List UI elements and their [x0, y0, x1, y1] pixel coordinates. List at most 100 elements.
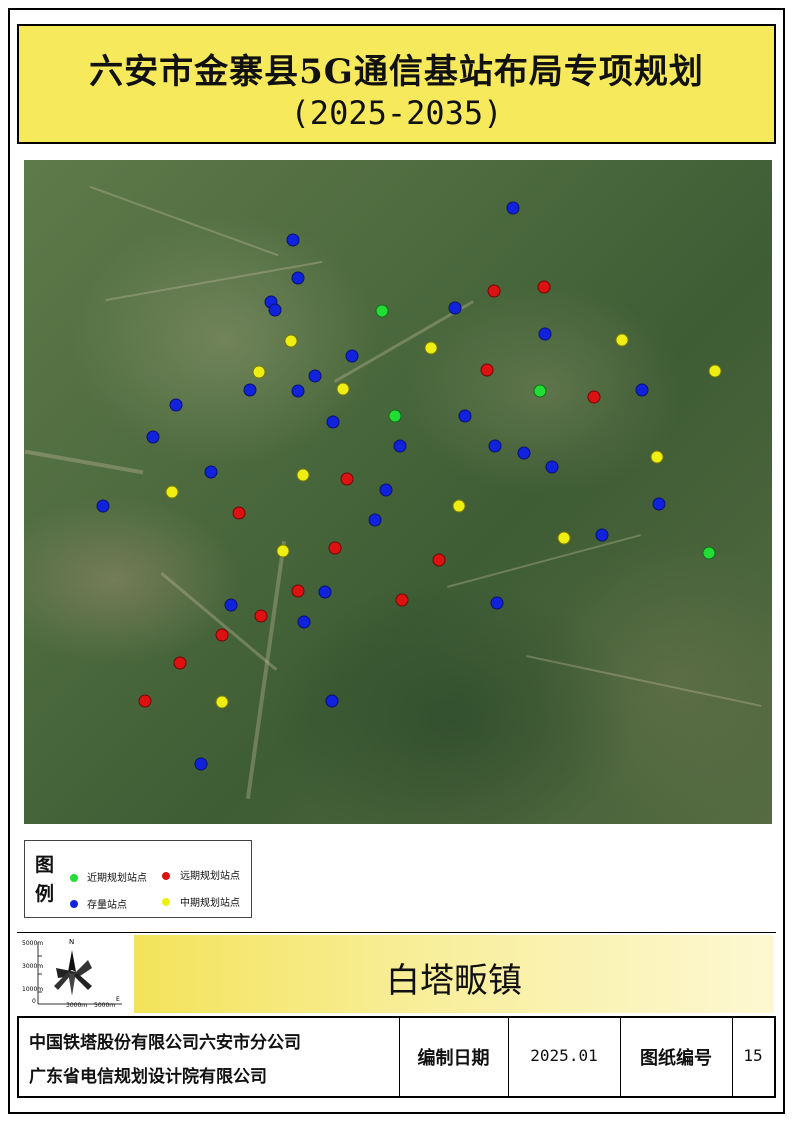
far-site-marker[interactable]	[487, 284, 501, 298]
footer-table: 中国铁塔股份有限公司六安市分公司 广东省电信规划设计院有限公司 编制日期 202…	[17, 1016, 776, 1098]
legend-mid-label: 中期规划站点	[180, 898, 240, 909]
scale-x-3000: 3000m	[66, 1002, 88, 1009]
existing-site-marker[interactable]	[538, 327, 552, 341]
existing-site-marker[interactable]	[379, 483, 393, 497]
satellite-map[interactable]	[24, 160, 772, 824]
existing-site-marker[interactable]	[545, 460, 559, 474]
scale-y-3000: 3000m	[22, 963, 44, 970]
mid-site-marker[interactable]	[615, 333, 629, 347]
existing-site-marker[interactable]	[291, 384, 305, 398]
scale-y-1000: 1000m	[22, 986, 44, 993]
near-site-dot	[70, 874, 78, 882]
existing-site-marker[interactable]	[448, 301, 462, 315]
legend: 图例 近期规划站点 远期规划站点 存量站点 中期规划站点	[24, 840, 252, 918]
existing-site-marker[interactable]	[243, 383, 257, 397]
existing-site-marker[interactable]	[326, 415, 340, 429]
near-site-marker[interactable]	[375, 304, 389, 318]
existing-site-marker[interactable]	[635, 383, 649, 397]
existing-site-marker[interactable]	[291, 271, 305, 285]
existing-site-marker[interactable]	[194, 757, 208, 771]
existing-site-marker[interactable]	[595, 528, 609, 542]
mid-site-marker[interactable]	[708, 364, 722, 378]
town-banner: 白塔畈镇	[134, 935, 774, 1013]
near-site-marker[interactable]	[533, 384, 547, 398]
existing-site-marker[interactable]	[224, 598, 238, 612]
existing-site-marker[interactable]	[325, 694, 339, 708]
sheet-value: 15	[743, 1046, 763, 1065]
mid-site-marker[interactable]	[252, 365, 266, 379]
existing-site-marker[interactable]	[268, 303, 282, 317]
scale-x-5000: 5000m	[94, 1002, 116, 1009]
company-cell: 中国铁塔股份有限公司六安市分公司 广东省电信规划设计院有限公司	[19, 1018, 400, 1096]
existing-site-marker[interactable]	[169, 398, 183, 412]
date-label-cell: 编制日期	[399, 1018, 509, 1096]
scale-y-0: 0	[32, 998, 36, 1005]
compass-north-label: N	[69, 938, 75, 946]
scale-y-5000: 5000m	[22, 940, 44, 947]
existing-site-marker[interactable]	[517, 446, 531, 460]
far-site-marker[interactable]	[232, 506, 246, 520]
existing-site-marker[interactable]	[458, 409, 472, 423]
sheet-label-cell: 图纸编号	[620, 1018, 733, 1096]
far-site-marker[interactable]	[215, 628, 229, 642]
existing-site-marker[interactable]	[286, 233, 300, 247]
mid-site-marker[interactable]	[557, 531, 571, 545]
far-site-marker[interactable]	[254, 609, 268, 623]
far-site-dot	[162, 872, 170, 880]
compass-scale: N 5000m 3000m 1000m 0 3000m 5000m E	[22, 938, 126, 1010]
legend-existing-label: 存量站点	[87, 900, 127, 911]
mid-site-marker[interactable]	[650, 450, 664, 464]
far-site-marker[interactable]	[432, 553, 446, 567]
map-title: 六安市金寨县5G通信基站布局专项规划	[89, 52, 704, 92]
existing-site-marker[interactable]	[393, 439, 407, 453]
mid-site-marker[interactable]	[276, 544, 290, 558]
existing-site-marker[interactable]	[318, 585, 332, 599]
near-site-marker[interactable]	[388, 409, 402, 423]
sheet-label: 图纸编号	[640, 1048, 712, 1069]
existing-site-marker[interactable]	[297, 615, 311, 629]
company-secondary: 广东省电信规划设计院有限公司	[29, 1067, 267, 1087]
near-site-marker[interactable]	[702, 546, 716, 560]
existing-site-marker[interactable]	[368, 513, 382, 527]
existing-site-marker[interactable]	[308, 369, 322, 383]
far-site-marker[interactable]	[340, 472, 354, 486]
far-site-marker[interactable]	[173, 656, 187, 670]
sheet-value-cell: 15	[732, 1018, 774, 1096]
date-value-cell: 2025.01	[508, 1018, 621, 1096]
map-years: (2025-2035)	[290, 94, 503, 132]
title-banner: 六安市金寨县5G通信基站布局专项规划 (2025-2035)	[17, 24, 776, 144]
legend-far-label: 远期规划站点	[180, 871, 240, 882]
mid-site-marker[interactable]	[452, 499, 466, 513]
mid-site-marker[interactable]	[424, 341, 438, 355]
date-value: 2025.01	[530, 1046, 598, 1065]
far-site-marker[interactable]	[328, 541, 342, 555]
far-site-marker[interactable]	[537, 280, 551, 294]
company-primary: 中国铁塔股份有限公司六安市分公司	[29, 1033, 301, 1053]
date-label: 编制日期	[417, 1048, 490, 1069]
town-name: 白塔畈镇	[386, 961, 522, 1001]
existing-site-marker[interactable]	[490, 596, 504, 610]
far-site-marker[interactable]	[138, 694, 152, 708]
existing-site-dot	[70, 900, 78, 908]
existing-site-marker[interactable]	[506, 201, 520, 215]
mid-site-marker[interactable]	[165, 485, 179, 499]
existing-site-marker[interactable]	[146, 430, 160, 444]
mid-site-marker[interactable]	[284, 334, 298, 348]
far-site-marker[interactable]	[587, 390, 601, 404]
legend-near-label: 近期规划站点	[87, 873, 147, 884]
mid-site-dot	[162, 898, 170, 906]
compass-east-label: E	[116, 996, 120, 1003]
mid-site-marker[interactable]	[336, 382, 350, 396]
existing-site-marker[interactable]	[488, 439, 502, 453]
legend-heading: 图例	[35, 854, 55, 905]
mid-site-marker[interactable]	[296, 468, 310, 482]
far-site-marker[interactable]	[480, 363, 494, 377]
existing-site-marker[interactable]	[345, 349, 359, 363]
north-arrow-icon	[37, 942, 122, 1005]
far-site-marker[interactable]	[291, 584, 305, 598]
existing-site-marker[interactable]	[652, 497, 666, 511]
mid-site-marker[interactable]	[215, 695, 229, 709]
existing-site-marker[interactable]	[96, 499, 110, 513]
existing-site-marker[interactable]	[204, 465, 218, 479]
far-site-marker[interactable]	[395, 593, 409, 607]
